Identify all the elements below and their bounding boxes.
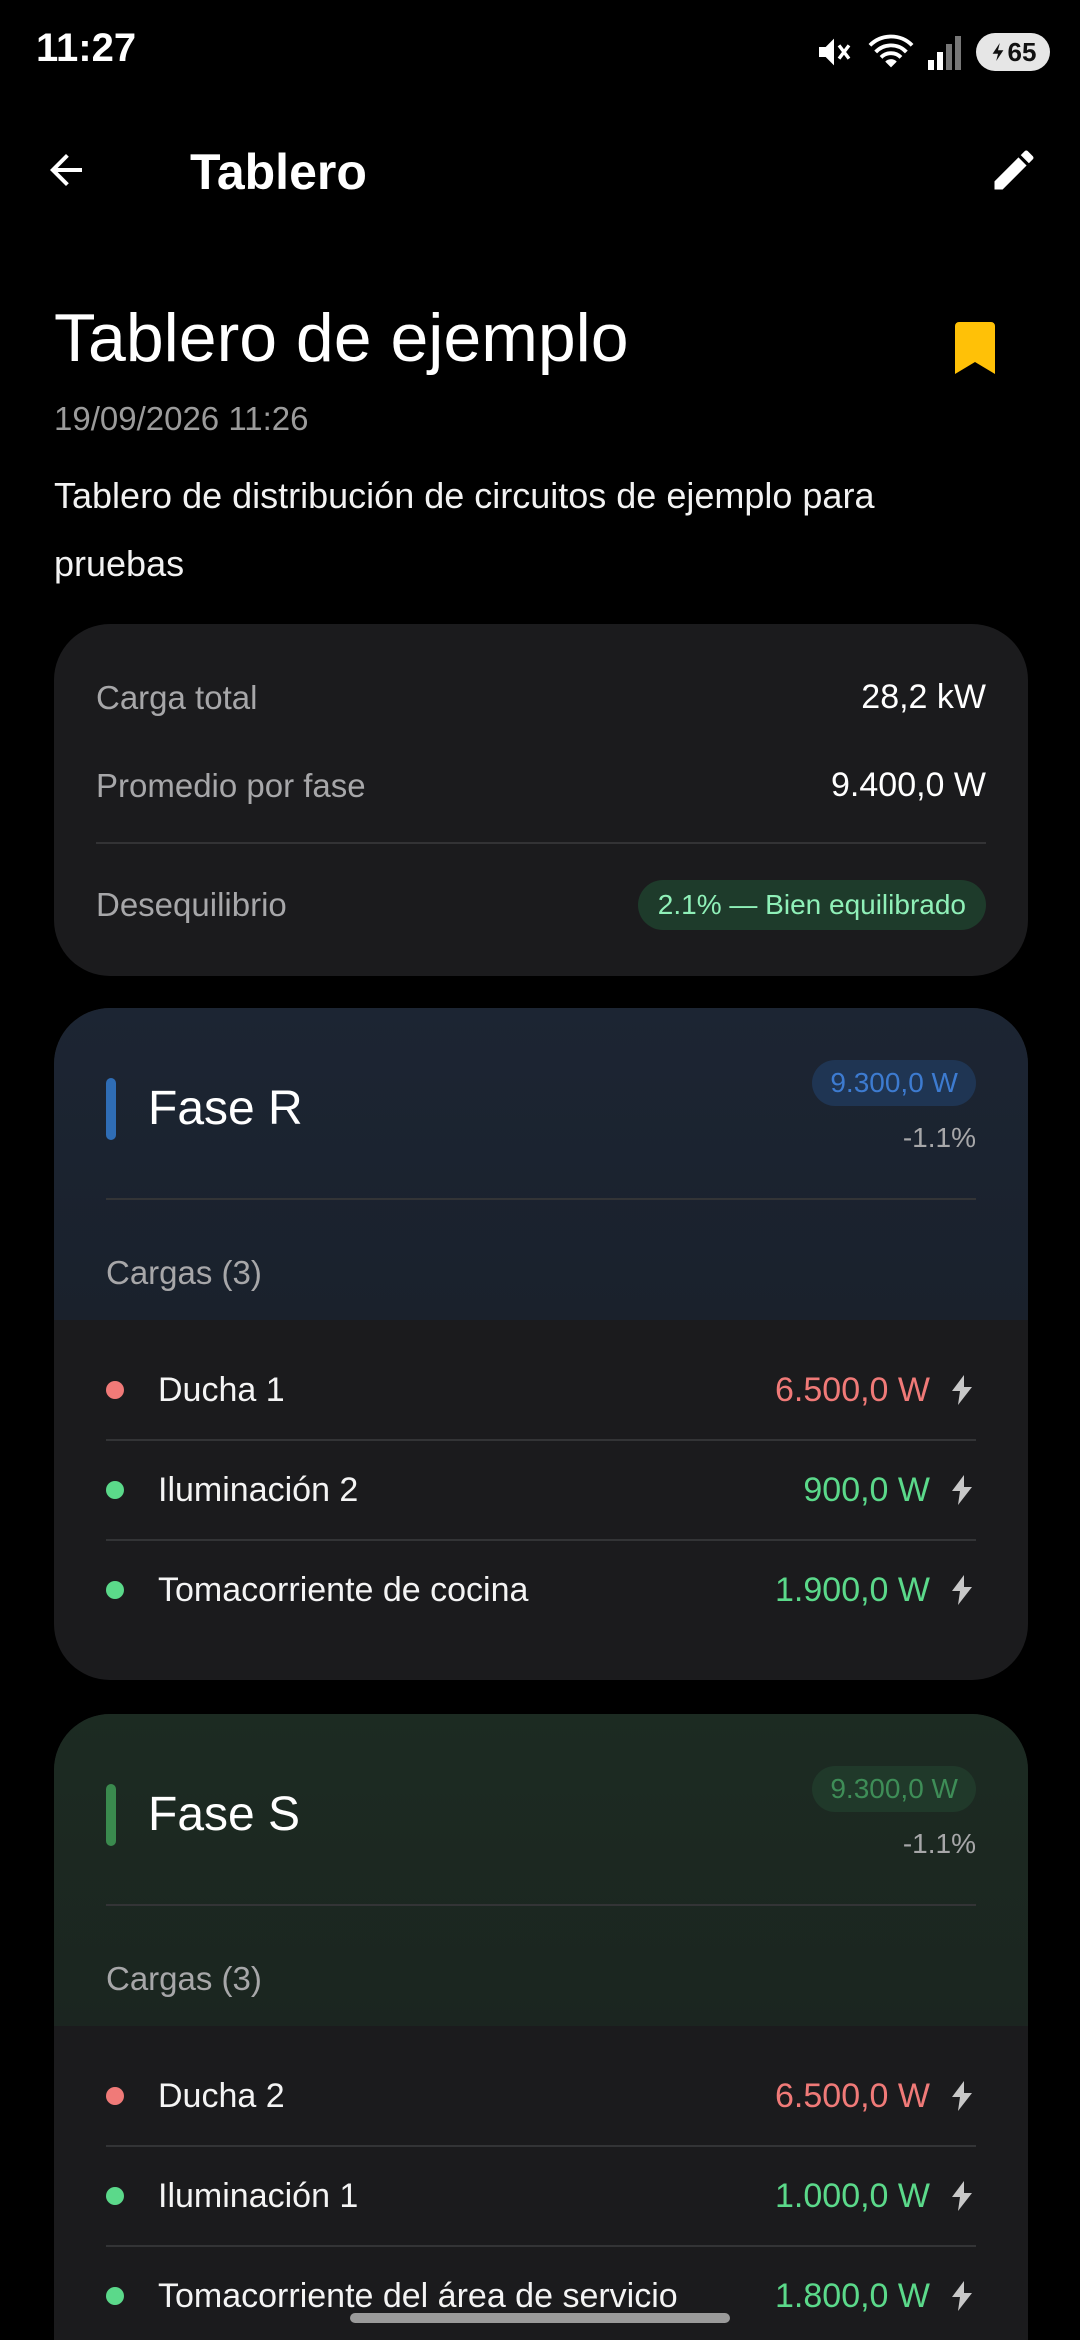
load-row[interactable]: Tomacorriente de cocina 1.900,0 W <box>106 1540 976 1640</box>
phase-header: Fase S 9.300,0 W -1.1% Cargas (3) <box>54 1714 1028 2026</box>
load-row[interactable]: Ducha 1 6.500,0 W <box>106 1340 976 1440</box>
back-button[interactable] <box>36 142 96 202</box>
bolt-icon <box>948 1370 976 1410</box>
bolt-icon <box>948 2276 976 2316</box>
status-dot <box>106 1581 124 1599</box>
phase-header: Fase R 9.300,0 W -1.1% Cargas (3) <box>54 1008 1028 1320</box>
load-name: Tomacorriente del área de servicio <box>158 2276 678 2315</box>
wifi-icon <box>868 32 914 72</box>
loads-label: Cargas (3) <box>106 1254 262 1291</box>
phase-diff: -1.1% <box>902 1122 976 1153</box>
load-row[interactable]: Iluminación 1 1.000,0 W <box>106 2146 976 2246</box>
bolt-icon <box>948 2076 976 2116</box>
phase-name: Fase S <box>148 1788 301 1841</box>
status-icons: 65 <box>814 28 1050 76</box>
pencil-icon <box>988 144 1040 201</box>
average-phase-row: Promedio por fase 9.400,0 W <box>96 766 986 805</box>
load-power: 6.500,0 W <box>775 1370 930 1409</box>
load-name: Tomacorriente de cocina <box>158 1570 529 1609</box>
imbalance-label: Desequilibrio <box>96 886 287 923</box>
battery-icon: 65 <box>976 33 1050 71</box>
status-time: 11:27 <box>36 26 137 70</box>
load-name: Ducha 2 <box>158 2076 285 2115</box>
load-power: 6.500,0 W <box>775 2076 930 2115</box>
average-phase-label: Promedio por fase <box>96 766 366 804</box>
load-power: 900,0 W <box>803 1470 930 1509</box>
phase-color-bar <box>106 1784 116 1846</box>
signal-icon <box>928 34 962 70</box>
timestamp: 19/09/2026 11:26 <box>54 400 309 437</box>
load-power: 1.900,0 W <box>775 1570 930 1609</box>
app-bar: Tablero <box>0 120 1080 224</box>
mute-icon <box>814 32 854 72</box>
phase-name: Fase R <box>148 1082 303 1135</box>
loads-label: Cargas (3) <box>106 1960 262 1997</box>
divider <box>106 1198 976 1200</box>
divider <box>106 1904 976 1906</box>
status-dot <box>106 1481 124 1499</box>
battery-level: 65 <box>1007 36 1037 67</box>
load-power: 1.000,0 W <box>775 2176 930 2215</box>
phase-color-bar <box>106 1078 116 1140</box>
status-dot <box>106 2187 124 2205</box>
status-dot <box>106 2087 124 2105</box>
phase-power-badge: 9.300,0 W <box>812 1766 976 1812</box>
total-load-value: 28,2 kW <box>861 678 986 716</box>
total-load-row: Carga total 28,2 kW <box>96 678 986 717</box>
average-phase-value: 9.400,0 W <box>831 766 986 804</box>
bolt-icon <box>948 1570 976 1610</box>
bolt-icon <box>948 2176 976 2216</box>
load-name: Iluminación 1 <box>158 2176 359 2215</box>
screen: 11:27 65 Tablero Tablero de ejemplo 19/0… <box>0 0 1080 2340</box>
phase-card-r[interactable]: Fase R 9.300,0 W -1.1% Cargas (3) Ducha … <box>54 1008 1028 1680</box>
imbalance-badge: 2.1% — Bien equilibrado <box>637 880 986 930</box>
load-name: Ducha 1 <box>158 1370 285 1409</box>
description: Tablero de distribución de circuitos de … <box>54 475 875 584</box>
imbalance-row: Desequilibrio 2.1% — Bien equilibrado <box>96 880 986 930</box>
load-power: 1.800,0 W <box>775 2276 930 2315</box>
phase-power-badge: 9.300,0 W <box>812 1060 976 1106</box>
phase-diff: -1.1% <box>902 1828 976 1859</box>
phase-card-s[interactable]: Fase S 9.300,0 W -1.1% Cargas (3) Ducha … <box>54 1714 1028 2340</box>
arrow-back-icon <box>42 146 90 199</box>
load-row[interactable]: Iluminación 2 900,0 W <box>106 1440 976 1540</box>
load-name: Iluminación 2 <box>158 1470 359 1509</box>
app-title: Tablero <box>190 144 367 200</box>
page-title: Tablero de ejemplo <box>54 300 629 376</box>
summary-card: Carga total 28,2 kW Promedio por fase 9.… <box>54 624 1028 976</box>
home-indicator[interactable] <box>350 2313 730 2323</box>
status-bar: 11:27 65 <box>0 0 1080 100</box>
divider <box>96 842 986 844</box>
load-row[interactable]: Tomacorriente del área de servicio 1.800… <box>106 2246 976 2340</box>
load-row[interactable]: Ducha 2 6.500,0 W <box>106 2046 976 2146</box>
bolt-icon <box>948 1470 976 1510</box>
status-dot <box>106 1381 124 1399</box>
status-dot <box>106 2287 124 2305</box>
bookmark-icon[interactable] <box>955 322 995 374</box>
edit-button[interactable] <box>984 142 1044 202</box>
total-load-label: Carga total <box>96 678 258 716</box>
